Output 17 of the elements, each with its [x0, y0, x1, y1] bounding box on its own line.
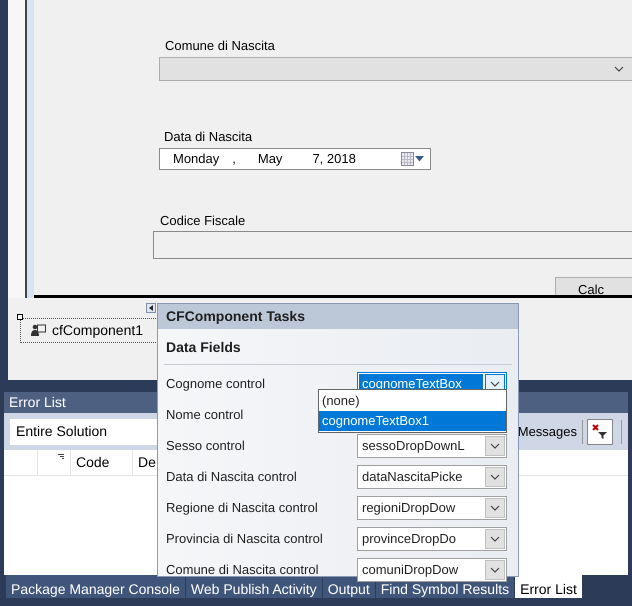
property-label: Data di Nascita control	[166, 468, 297, 486]
property-label: Regione di Nascita control	[166, 499, 318, 518]
date-text: 7, 2018	[312, 150, 356, 168]
combo-value: regioniDropDow	[361, 499, 456, 518]
weekday-text: Monday	[173, 150, 220, 168]
combo-value: dataNascitaPicke	[361, 468, 464, 486]
field-label: Codice Fiscale	[160, 212, 246, 230]
property-label: Provincia di Nascita control	[166, 530, 323, 548]
separator-text: ,	[232, 150, 236, 168]
field-label: Data di Nascita	[164, 128, 252, 146]
panel-title: Error List	[9, 393, 66, 412]
component-name: cfComponent1	[52, 321, 144, 340]
field-label: Comune di Nascita	[165, 37, 275, 55]
combo-value: sessoDropDownL	[361, 437, 466, 456]
month-text: May	[258, 150, 282, 168]
property-label: Cognome control	[166, 375, 265, 394]
combo-value: provinceDropDo	[361, 530, 457, 548]
